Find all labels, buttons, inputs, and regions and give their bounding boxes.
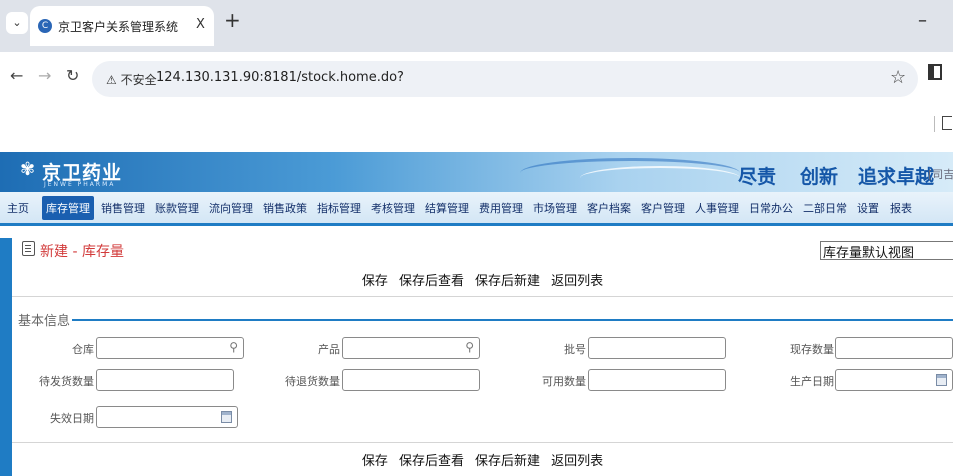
production-date-label: 生产日期: [790, 375, 834, 388]
browser-toolbar: ← → ↻ ⚠ 不安全 124.130.131.90:8181/stock.ho…: [0, 52, 953, 132]
save-button[interactable]: 保存: [362, 274, 388, 289]
menu-item-sales[interactable]: 销售管理: [101, 200, 145, 216]
menu-item-flow[interactable]: 流向管理: [209, 200, 253, 216]
menu-item-targets[interactable]: 指标管理: [317, 200, 361, 216]
tab-close-button[interactable]: X: [196, 17, 205, 32]
menu-item-settlement[interactable]: 结算管理: [425, 200, 469, 216]
action-bar-top: 保存 保存后查看 保存后新建 返回列表: [12, 270, 953, 294]
menu-item-dept2[interactable]: 二部日常: [803, 200, 847, 216]
pending-return-qty-label: 待退货数量: [285, 375, 340, 388]
logo-flower-icon: ✾: [20, 159, 36, 180]
menu-item-expenses[interactable]: 费用管理: [479, 200, 523, 216]
pending-return-qty-input[interactable]: [342, 369, 480, 391]
warehouse-input[interactable]: ⚲: [96, 337, 244, 359]
banner-wave-decoration: [580, 166, 740, 190]
browser-tab-bar: ⌄ C 京卫客户关系管理系统 X + –: [0, 0, 953, 52]
app-banner: ✾ 京卫药业 JENWE PHARMA 尽责 创新 追求卓越 [司吉: [0, 152, 953, 192]
menu-item-stock[interactable]: 库存管理: [42, 196, 94, 220]
pending-ship-qty-input[interactable]: [96, 369, 234, 391]
page-title: 新建 - 库存量: [40, 244, 124, 260]
forward-arrow-icon[interactable]: →: [38, 66, 51, 85]
calendar-icon[interactable]: [936, 374, 947, 386]
site-favicon-icon: C: [38, 19, 52, 33]
stock-form-panel: 新建 - 库存量 库存量默认视图 保存 保存后查看 保存后新建 返回列表 基本信…: [12, 238, 953, 476]
save-view-button[interactable]: 保存后查看: [399, 454, 464, 469]
calendar-icon[interactable]: [221, 411, 232, 423]
browser-tab[interactable]: C 京卫客户关系管理系统 X: [30, 6, 214, 46]
production-date-input[interactable]: [835, 369, 953, 391]
available-qty-label: 可用数量: [542, 375, 586, 388]
warning-triangle-icon: ⚠: [106, 73, 117, 87]
save-view-button[interactable]: 保存后查看: [399, 274, 464, 289]
address-bar[interactable]: ⚠ 不安全 124.130.131.90:8181/stock.home.do?…: [92, 61, 918, 97]
menu-item-assessment[interactable]: 考核管理: [371, 200, 415, 216]
menu-item-market[interactable]: 市场管理: [533, 200, 577, 216]
tab-search-chevron-icon[interactable]: ⌄: [6, 12, 28, 34]
side-panel-icon[interactable]: [928, 64, 942, 80]
back-to-list-button[interactable]: 返回列表: [551, 454, 603, 469]
menu-item-settings[interactable]: 设置: [857, 200, 879, 216]
action-bar-bottom: 保存 保存后查看 保存后新建 返回列表: [12, 450, 953, 474]
save-new-button[interactable]: 保存后新建: [475, 274, 540, 289]
slogan-part: 尽责: [738, 166, 777, 188]
menu-item-accounts[interactable]: 账款管理: [155, 200, 199, 216]
security-indicator[interactable]: ⚠ 不安全: [102, 69, 161, 90]
back-arrow-icon[interactable]: ←: [10, 66, 23, 85]
warehouse-label: 仓库: [72, 343, 94, 356]
bookmark-star-icon[interactable]: ☆: [890, 67, 906, 88]
product-input[interactable]: ⚲: [342, 337, 480, 359]
current-qty-input[interactable]: [835, 337, 953, 359]
menu-item-reports[interactable]: 报表: [890, 200, 912, 216]
tab-title: 京卫客户关系管理系统: [58, 20, 179, 34]
main-menu: 主页 库存管理 销售管理 账款管理 流向管理 销售政策 指标管理 考核管理 结算…: [0, 192, 953, 226]
current-qty-label: 现存数量: [790, 343, 834, 356]
slogan-part: 追求卓越: [858, 166, 935, 188]
save-new-button[interactable]: 保存后新建: [475, 454, 540, 469]
url-text[interactable]: 124.130.131.90:8181/stock.home.do?: [156, 70, 404, 85]
crm-app: ✾ 京卫药业 JENWE PHARMA 尽责 创新 追求卓越 [司吉 主页 库存…: [0, 152, 953, 476]
pending-ship-qty-label: 待发货数量: [39, 375, 94, 388]
back-to-list-button[interactable]: 返回列表: [551, 274, 603, 289]
window-minimize-button[interactable]: –: [918, 10, 927, 31]
section-title: 基本信息: [18, 314, 71, 329]
bookmarks-separator: [934, 116, 935, 132]
menu-item-office[interactable]: 日常办公: [749, 200, 793, 216]
slogan-part: 创新: [800, 166, 839, 188]
document-icon: [22, 241, 35, 256]
logo-subtitle: JENWE PHARMA: [44, 181, 116, 188]
available-qty-input[interactable]: [588, 369, 726, 391]
bookmarks-folder-icon[interactable]: [942, 116, 952, 130]
menu-item-hr[interactable]: 人事管理: [695, 200, 739, 216]
search-icon[interactable]: ⚲: [229, 340, 238, 354]
divider: [12, 442, 953, 443]
search-icon[interactable]: ⚲: [465, 340, 474, 354]
reload-icon[interactable]: ↻: [66, 66, 79, 85]
view-select[interactable]: 库存量默认视图: [820, 241, 953, 261]
security-label: 不安全: [120, 73, 157, 87]
batch-label: 批号: [564, 343, 586, 356]
menu-item-customer-mgmt[interactable]: 客户管理: [641, 200, 685, 216]
product-label: 产品: [318, 343, 340, 356]
section-line: [72, 319, 953, 321]
new-tab-button[interactable]: +: [224, 8, 241, 32]
expiry-date-label: 失效日期: [50, 412, 94, 425]
menu-item-customer-files[interactable]: 客户档案: [587, 200, 631, 216]
menu-item-sales-policy[interactable]: 销售政策: [263, 200, 307, 216]
slogan-tag: [司吉: [928, 168, 953, 181]
divider: [12, 296, 953, 297]
left-accent-strip: [0, 238, 12, 476]
save-button[interactable]: 保存: [362, 454, 388, 469]
expiry-date-input[interactable]: [96, 406, 238, 428]
menu-item-home[interactable]: 主页: [7, 200, 29, 216]
batch-input[interactable]: [588, 337, 726, 359]
